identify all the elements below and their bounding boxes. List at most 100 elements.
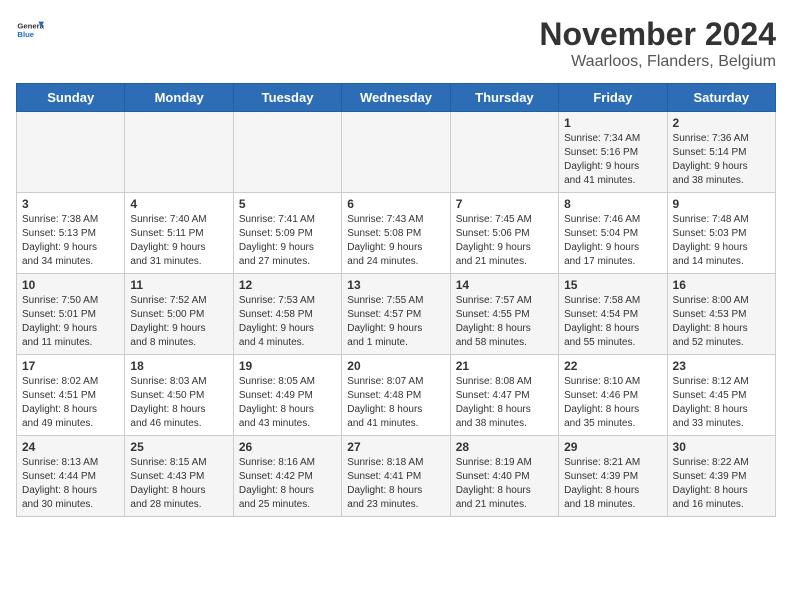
day-number: 3 — [22, 197, 119, 211]
day-info: Sunrise: 8:21 AM Sunset: 4:39 PM Dayligh… — [564, 456, 661, 512]
calendar-cell: 18Sunrise: 8:03 AM Sunset: 4:50 PM Dayli… — [125, 355, 233, 436]
day-info: Sunrise: 8:10 AM Sunset: 4:46 PM Dayligh… — [564, 375, 661, 431]
day-number: 1 — [564, 116, 661, 130]
day-info: Sunrise: 7:36 AM Sunset: 5:14 PM Dayligh… — [673, 132, 770, 188]
day-number: 15 — [564, 278, 661, 292]
day-info: Sunrise: 7:58 AM Sunset: 4:54 PM Dayligh… — [564, 294, 661, 350]
calendar-cell: 28Sunrise: 8:19 AM Sunset: 4:40 PM Dayli… — [450, 436, 558, 517]
weekday-header: Sunday — [17, 84, 125, 112]
calendar-cell: 1 Sunrise: 7:34 AM Sunset: 5:16 PM Daylig… — [559, 112, 667, 193]
calendar-week-row: 10Sunrise: 7:50 AM Sunset: 5:01 PM Dayli… — [17, 274, 776, 355]
day-number: 9 — [673, 197, 770, 211]
day-number: 7 — [456, 197, 553, 211]
calendar-cell: 5Sunrise: 7:41 AM Sunset: 5:09 PM Daylig… — [233, 193, 341, 274]
day-number: 17 — [22, 359, 119, 373]
calendar-cell: 10Sunrise: 7:50 AM Sunset: 5:01 PM Dayli… — [17, 274, 125, 355]
day-info: Sunrise: 8:15 AM Sunset: 4:43 PM Dayligh… — [130, 456, 227, 512]
calendar-week-row: 3 Sunrise: 7:38 AM Sunset: 5:13 PM Daylig… — [17, 193, 776, 274]
day-number: 14 — [456, 278, 553, 292]
day-info: Sunrise: 7:46 AM Sunset: 5:04 PM Dayligh… — [564, 213, 661, 269]
day-number: 26 — [239, 440, 336, 454]
day-info: Sunrise: 8:19 AM Sunset: 4:40 PM Dayligh… — [456, 456, 553, 512]
day-info: Sunrise: 7:57 AM Sunset: 4:55 PM Dayligh… — [456, 294, 553, 350]
day-info: Sunrise: 8:00 AM Sunset: 4:53 PM Dayligh… — [673, 294, 770, 350]
day-info: Sunrise: 7:48 AM Sunset: 5:03 PM Dayligh… — [673, 213, 770, 269]
day-info: Sunrise: 7:55 AM Sunset: 4:57 PM Dayligh… — [347, 294, 444, 350]
calendar-cell — [342, 112, 450, 193]
day-number: 11 — [130, 278, 227, 292]
day-number: 23 — [673, 359, 770, 373]
weekday-header-row: SundayMondayTuesdayWednesdayThursdayFrid… — [17, 84, 776, 112]
calendar-cell: 11Sunrise: 7:52 AM Sunset: 5:00 PM Dayli… — [125, 274, 233, 355]
day-info: Sunrise: 8:02 AM Sunset: 4:51 PM Dayligh… — [22, 375, 119, 431]
calendar-cell: 15 Sunrise: 7:58 AM Sunset: 4:54 PM Dayli… — [559, 274, 667, 355]
day-number: 12 — [239, 278, 336, 292]
day-number: 6 — [347, 197, 444, 211]
calendar-cell: 30Sunrise: 8:22 AM Sunset: 4:39 PM Dayli… — [667, 436, 775, 517]
day-info: Sunrise: 7:50 AM Sunset: 5:01 PM Dayligh… — [22, 294, 119, 350]
day-info: Sunrise: 8:08 AM Sunset: 4:47 PM Dayligh… — [456, 375, 553, 431]
calendar-cell: 16 Sunrise: 8:00 AM Sunset: 4:53 PM Dayli… — [667, 274, 775, 355]
calendar-cell: 14 Sunrise: 7:57 AM Sunset: 4:55 PM Dayli… — [450, 274, 558, 355]
calendar-cell: 26 Sunrise: 8:16 AM Sunset: 4:42 PM Dayli… — [233, 436, 341, 517]
calendar-cell: 29 Sunrise: 8:21 AM Sunset: 4:39 PM Dayli… — [559, 436, 667, 517]
calendar-cell: 8 Sunrise: 7:46 AM Sunset: 5:04 PM Daylig… — [559, 193, 667, 274]
day-info: Sunrise: 7:53 AM Sunset: 4:58 PM Dayligh… — [239, 294, 336, 350]
day-info: Sunrise: 8:13 AM Sunset: 4:44 PM Dayligh… — [22, 456, 119, 512]
calendar-cell: 21 Sunrise: 8:08 AM Sunset: 4:47 PM Dayli… — [450, 355, 558, 436]
day-info: Sunrise: 7:34 AM Sunset: 5:16 PM Dayligh… — [564, 132, 661, 188]
calendar-cell: 23 Sunrise: 8:12 AM Sunset: 4:45 PM Dayli… — [667, 355, 775, 436]
day-info: Sunrise: 7:43 AM Sunset: 5:08 PM Dayligh… — [347, 213, 444, 269]
calendar-cell — [125, 112, 233, 193]
logo: General Blue — [16, 16, 44, 44]
day-number: 5 — [239, 197, 336, 211]
day-number: 29 — [564, 440, 661, 454]
day-info: Sunrise: 8:03 AM Sunset: 4:50 PM Dayligh… — [130, 375, 227, 431]
calendar-cell — [450, 112, 558, 193]
day-number: 21 — [456, 359, 553, 373]
calendar-cell: 25 Sunrise: 8:15 AM Sunset: 4:43 PM Dayli… — [125, 436, 233, 517]
calendar-table: SundayMondayTuesdayWednesdayThursdayFrid… — [16, 83, 776, 517]
logo-icon: General Blue — [16, 16, 44, 44]
day-number: 24 — [22, 440, 119, 454]
calendar-cell: 24 Sunrise: 8:13 AM Sunset: 4:44 PM Dayli… — [17, 436, 125, 517]
calendar-cell: 17 Sunrise: 8:02 AM Sunset: 4:51 PM Dayli… — [17, 355, 125, 436]
day-info: Sunrise: 8:22 AM Sunset: 4:39 PM Dayligh… — [673, 456, 770, 512]
calendar-cell: 13 Sunrise: 7:55 AM Sunset: 4:57 PM Dayli… — [342, 274, 450, 355]
calendar-cell: 12 Sunrise: 7:53 AM Sunset: 4:58 PM Dayli… — [233, 274, 341, 355]
header: General Blue November 2024 Waarloos, Fla… — [16, 16, 776, 71]
day-info: Sunrise: 8:12 AM Sunset: 4:45 PM Dayligh… — [673, 375, 770, 431]
calendar-cell: 22Sunrise: 8:10 AM Sunset: 4:46 PM Dayli… — [559, 355, 667, 436]
calendar-cell — [17, 112, 125, 193]
day-number: 8 — [564, 197, 661, 211]
calendar-cell: 20Sunrise: 8:07 AM Sunset: 4:48 PM Dayli… — [342, 355, 450, 436]
day-info: Sunrise: 8:18 AM Sunset: 4:41 PM Dayligh… — [347, 456, 444, 512]
day-info: Sunrise: 8:16 AM Sunset: 4:42 PM Dayligh… — [239, 456, 336, 512]
day-info: Sunrise: 7:45 AM Sunset: 5:06 PM Dayligh… — [456, 213, 553, 269]
calendar-week-row: 17 Sunrise: 8:02 AM Sunset: 4:51 PM Dayli… — [17, 355, 776, 436]
weekday-header: Friday — [559, 84, 667, 112]
calendar-cell — [233, 112, 341, 193]
day-number: 13 — [347, 278, 444, 292]
day-number: 27 — [347, 440, 444, 454]
day-number: 16 — [673, 278, 770, 292]
calendar-cell: 4Sunrise: 7:40 AM Sunset: 5:11 PM Daylig… — [125, 193, 233, 274]
weekday-header: Thursday — [450, 84, 558, 112]
weekday-header: Tuesday — [233, 84, 341, 112]
day-number: 2 — [673, 116, 770, 130]
calendar-cell: 3 Sunrise: 7:38 AM Sunset: 5:13 PM Daylig… — [17, 193, 125, 274]
weekday-header: Wednesday — [342, 84, 450, 112]
day-info: Sunrise: 7:38 AM Sunset: 5:13 PM Dayligh… — [22, 213, 119, 269]
calendar-cell: 19Sunrise: 8:05 AM Sunset: 4:49 PM Dayli… — [233, 355, 341, 436]
calendar-week-row: 1 Sunrise: 7:34 AM Sunset: 5:16 PM Daylig… — [17, 112, 776, 193]
calendar-cell: 2 Sunrise: 7:36 AM Sunset: 5:14 PM Daylig… — [667, 112, 775, 193]
weekday-header: Saturday — [667, 84, 775, 112]
day-number: 25 — [130, 440, 227, 454]
calendar-cell: 7 Sunrise: 7:45 AM Sunset: 5:06 PM Daylig… — [450, 193, 558, 274]
day-number: 19 — [239, 359, 336, 373]
calendar-week-row: 24 Sunrise: 8:13 AM Sunset: 4:44 PM Dayli… — [17, 436, 776, 517]
month-title: November 2024 — [539, 16, 776, 53]
svg-text:Blue: Blue — [17, 30, 34, 39]
location-title: Waarloos, Flanders, Belgium — [539, 53, 776, 71]
day-number: 20 — [347, 359, 444, 373]
